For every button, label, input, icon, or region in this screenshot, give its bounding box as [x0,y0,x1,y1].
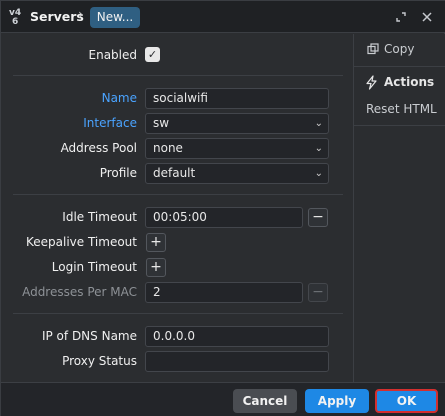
ip-dns-row: IP of DNS Name 0.0.0.0 [1,326,353,348]
proxy-status-input [145,351,329,372]
name-input[interactable]: socialwifi [145,88,329,109]
side-divider [354,125,445,126]
enabled-label: Enabled [88,48,138,62]
remove-addresses-per-mac-button: − [308,283,328,302]
copy-icon [367,43,379,58]
address-pool-row: Address Pool none ⌄ [1,138,353,160]
idle-timeout-row: Idle Timeout 00:05:00 − [1,207,353,229]
profile-value: default [153,166,196,180]
enabled-checkbox[interactable]: ✓ [145,47,160,62]
ip-dns-label: IP of DNS Name [41,329,137,343]
profile-label: Profile [99,166,137,180]
ip-dns-input[interactable]: 0.0.0.0 [145,326,329,347]
address-pool-select[interactable]: none ⌄ [145,138,329,159]
interface-select[interactable]: sw ⌄ [145,113,329,134]
interface-label: Interface [83,116,137,130]
title-bar: v4 6 Servers › New... [1,1,445,33]
interface-value: sw [153,116,170,130]
cancel-button[interactable]: Cancel [233,389,297,413]
interface-row: Interface sw ⌄ [1,113,353,135]
svg-text:6: 6 [12,17,18,26]
copy-label: Copy [384,42,415,56]
idle-timeout-input[interactable]: 00:05:00 [145,207,303,228]
chevron-down-icon: ⌄ [314,168,323,179]
server-form: Enabled ✓ Name socialwifi Interface sw ⌄… [1,34,353,382]
name-label: Name [101,91,137,105]
actions-label: Actions [384,75,435,89]
profile-select[interactable]: default ⌄ [145,163,329,184]
breadcrumb-separator: › [78,7,84,23]
section-divider [13,194,343,195]
section-divider [13,75,343,76]
breadcrumb-current-tab[interactable]: New... [90,7,140,28]
add-keepalive-timeout-button[interactable]: + [146,233,166,252]
address-pool-label: Address Pool [60,141,137,155]
remove-idle-timeout-button[interactable]: − [308,208,328,227]
actions-header[interactable]: Actions [354,69,445,97]
addresses-per-mac-row: Addresses Per MAC 2 − [1,282,353,304]
section-divider [13,313,343,314]
side-divider [354,66,445,67]
proxy-status-label: Proxy Status [62,354,137,368]
close-icon[interactable] [420,10,434,24]
idle-timeout-label: Idle Timeout [62,210,137,224]
apply-button[interactable]: Apply [305,389,369,413]
address-pool-value: none [153,141,183,155]
reset-html-button[interactable]: Reset HTML [354,96,445,124]
addresses-per-mac-input[interactable]: 2 [145,282,303,303]
side-panel: Copy Actions Reset HTML [353,34,445,382]
chevron-down-icon: ⌄ [314,118,323,129]
keepalive-timeout-row: Keepalive Timeout + [1,232,353,254]
enabled-row: Enabled ✓ [1,45,353,67]
addresses-per-mac-label: Addresses Per MAC [22,285,137,299]
dialog-window: v4 6 Servers › New... Enabled ✓ Name soc… [0,0,445,416]
copy-button[interactable]: Copy [354,36,445,64]
dialog-footer: Cancel Apply OK [1,382,445,416]
profile-row: Profile default ⌄ [1,163,353,185]
keepalive-timeout-label: Keepalive Timeout [26,235,137,249]
ok-button[interactable]: OK [375,389,438,413]
add-login-timeout-button[interactable]: + [146,258,166,277]
proxy-status-row: Proxy Status [1,351,353,373]
restore-icon[interactable] [394,10,408,24]
reset-html-label: Reset HTML [366,102,437,116]
name-row: Name socialwifi [1,88,353,110]
login-timeout-row: Login Timeout + [1,257,353,279]
breadcrumb-servers[interactable]: Servers [30,9,84,24]
lightning-icon [365,75,378,93]
login-timeout-label: Login Timeout [51,260,137,274]
app-logo-icon: v4 6 [8,6,24,27]
chevron-down-icon: ⌄ [314,143,323,154]
